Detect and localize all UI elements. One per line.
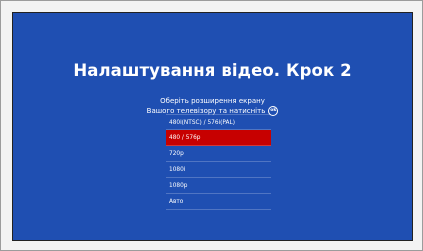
resolution-option-label: 1080i — [169, 167, 186, 173]
video-settings-screen: Налаштування відео. Крок 2 Оберіть розши… — [12, 12, 413, 241]
resolution-option-720p[interactable]: 720p — [166, 146, 271, 162]
page-title: Налаштування відео. Крок 2 — [73, 61, 352, 80]
resolution-option-label: 720p — [169, 151, 184, 157]
resolution-options-list: 480i(NTSC) / 576i(PAL) 480 / 576p 720p 1… — [166, 114, 271, 210]
resolution-option-label: 480 / 576p — [169, 135, 201, 141]
resolution-option-1080p[interactable]: 1080p — [166, 178, 271, 194]
outer-frame: Налаштування відео. Крок 2 Оберіть розши… — [0, 0, 423, 251]
instruction-line-1: Оберіть розширення екрану — [160, 97, 265, 105]
resolution-option-1080i[interactable]: 1080i — [166, 162, 271, 178]
resolution-option-auto[interactable]: Авто — [166, 194, 271, 210]
resolution-option-label: 480i(NTSC) / 576i(PAL) — [169, 120, 235, 126]
resolution-option-480i-576i[interactable]: 480i(NTSC) / 576i(PAL) — [166, 114, 271, 130]
resolution-option-480p-576p[interactable]: 480 / 576p — [166, 130, 271, 146]
resolution-option-label: 1080p — [169, 183, 188, 189]
resolution-option-label: Авто — [169, 199, 184, 205]
